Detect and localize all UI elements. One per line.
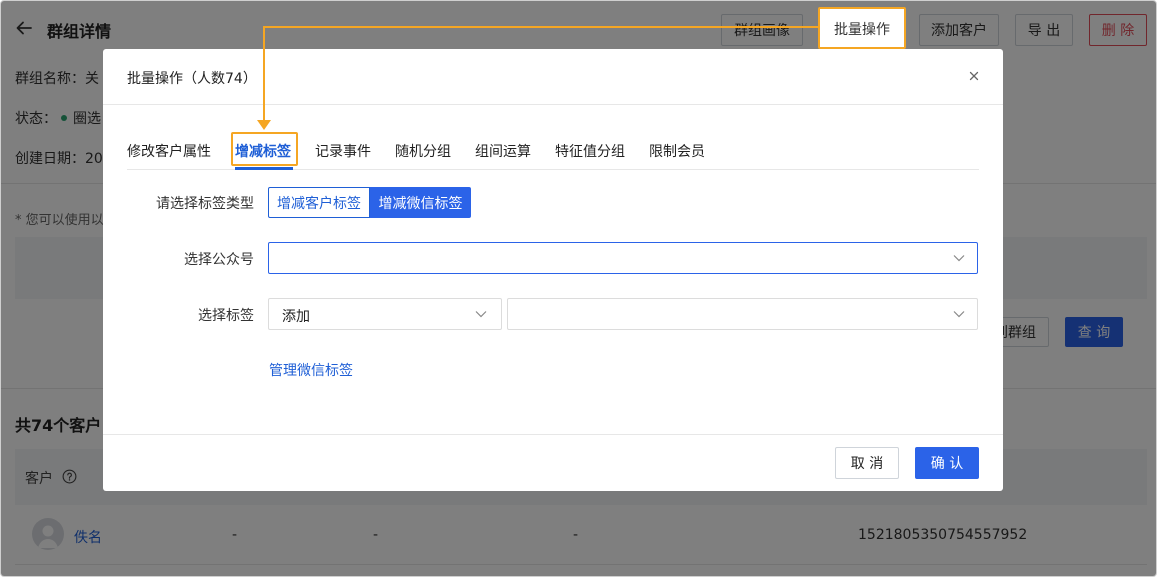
- cancel-button[interactable]: 取 消: [835, 447, 899, 479]
- tag-action-value: 添加: [282, 309, 310, 325]
- app-window: 群组详情 群组画像 批量操作 添加客户 导 出 删 除 群组名称：关 状态：圈选…: [0, 0, 1157, 577]
- dialog-header-divider: [103, 104, 1003, 105]
- active-tab-indicator: [235, 167, 293, 170]
- tab-record-event[interactable]: 记录事件: [315, 141, 371, 161]
- tag-action-select[interactable]: 添加: [268, 298, 502, 330]
- tab-group-operation[interactable]: 组间运算: [475, 141, 531, 161]
- dialog-title: 批量操作（人数74）: [127, 71, 257, 87]
- batch-operation-dialog: 批量操作（人数74） 修改客户属性 增减标签 记录事件 随机分组 组间运算 特征…: [103, 49, 1003, 491]
- manage-wechat-tags-link[interactable]: 管理微信标签: [269, 360, 353, 380]
- tab-limit-members[interactable]: 限制会员: [649, 141, 705, 161]
- customer-tag-option[interactable]: 增减客户标签: [268, 187, 370, 218]
- tab-feature-group[interactable]: 特征值分组: [555, 141, 625, 161]
- account-label: 选择公众号: [184, 252, 254, 268]
- close-icon[interactable]: [967, 69, 981, 83]
- chevron-down-icon: [953, 311, 965, 318]
- tag-select[interactable]: [507, 298, 978, 330]
- annotation-highlight-tab: [231, 132, 298, 166]
- dialog-footer-divider: [103, 434, 1003, 435]
- batch-operation-button-highlighted[interactable]: 批量操作: [823, 13, 901, 45]
- chevron-down-icon: [475, 311, 487, 318]
- chevron-down-icon: [953, 255, 965, 262]
- tab-edit-attributes[interactable]: 修改客户属性: [127, 141, 211, 161]
- tab-random-group[interactable]: 随机分组: [395, 141, 451, 161]
- official-account-select[interactable]: [268, 242, 978, 274]
- tag-label: 选择标签: [198, 308, 254, 324]
- tag-type-label: 请选择标签类型: [156, 196, 254, 212]
- wechat-tag-option[interactable]: 增减微信标签: [370, 187, 471, 218]
- confirm-button[interactable]: 确 认: [915, 447, 979, 479]
